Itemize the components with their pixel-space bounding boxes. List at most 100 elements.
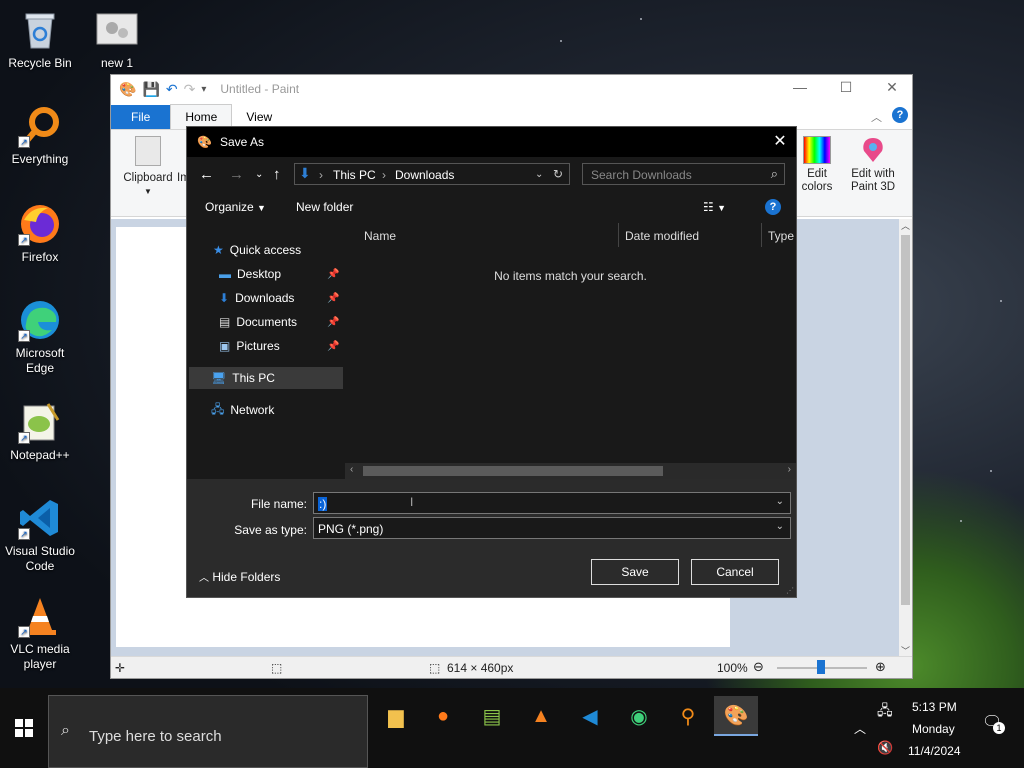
- nav-pictures[interactable]: ▣ Pictures 📌: [219, 335, 343, 357]
- chevron-down-icon[interactable]: ⌄: [776, 496, 784, 507]
- paint-app-icon: 🎨: [119, 80, 137, 97]
- column-separator[interactable]: [761, 223, 762, 247]
- tab-file[interactable]: File: [111, 105, 171, 129]
- desktop-icon-edge[interactable]: ↗ Microsoft Edge: [0, 298, 80, 376]
- new-folder-button[interactable]: New folder: [296, 200, 353, 214]
- cancel-button[interactable]: Cancel: [691, 559, 779, 585]
- taskbar-edge[interactable]: ◉: [617, 696, 661, 736]
- breadcrumb-downloads[interactable]: Downloads: [395, 168, 454, 182]
- pin-icon: 📌: [327, 292, 340, 304]
- maximize-icon[interactable]: ☐: [823, 79, 869, 96]
- network-status-icon[interactable]: 🖧: [877, 700, 893, 724]
- address-dropdown-icon[interactable]: ⌄: [535, 169, 543, 180]
- desktop-icon-new-1[interactable]: new 1: [77, 8, 157, 71]
- back-arrow-icon[interactable]: ←: [199, 166, 214, 183]
- paint3d-icon: [860, 136, 886, 164]
- column-date-modified[interactable]: Date modified: [625, 229, 699, 243]
- desktop-icon-label: new 1: [100, 56, 134, 70]
- save-button[interactable]: Save: [591, 559, 679, 585]
- save-type-select[interactable]: PNG (*.png) ⌄: [313, 517, 791, 539]
- up-arrow-icon[interactable]: ↑: [273, 166, 281, 183]
- desktop-icon-notepadpp[interactable]: ↗ Notepad++: [0, 400, 80, 463]
- nav-desktop[interactable]: ▬ Desktop 📌: [219, 263, 343, 285]
- close-icon[interactable]: ✕: [869, 79, 915, 96]
- volume-muted-icon[interactable]: 🔇: [877, 740, 893, 756]
- save-type-label: Save as type:: [234, 523, 307, 537]
- paint-statusbar: ✛ ⬚ ⬚ 614 × 460px 100% ⊖ ⊕: [111, 656, 912, 678]
- desktop-icon-label: Everything: [11, 152, 69, 166]
- collapse-ribbon-icon[interactable]: ︿: [871, 109, 882, 125]
- breadcrumb-this-pc[interactable]: This PC: [333, 168, 376, 182]
- file-explorer-icon: ▆: [388, 705, 404, 728]
- nav-label: Desktop: [237, 267, 282, 281]
- nav-downloads[interactable]: ⬇ Downloads 📌: [219, 287, 343, 309]
- desktop-icon-recycle-bin[interactable]: Recycle Bin: [0, 8, 80, 71]
- paint3d-label: Edit with: [851, 168, 895, 180]
- chevron-down-icon: ⌄: [775, 521, 784, 532]
- taskbar-paint[interactable]: 🎨: [714, 696, 758, 736]
- vertical-scrollbar[interactable]: ︿ ﹀: [899, 219, 912, 657]
- clock-day[interactable]: Monday: [912, 722, 955, 736]
- clock-time[interactable]: 5:13 PM: [912, 700, 957, 714]
- column-type[interactable]: Type: [768, 229, 794, 243]
- minimize-icon[interactable]: —: [777, 79, 823, 95]
- horizontal-scrollbar[interactable]: ‹ ›: [345, 463, 796, 479]
- start-button[interactable]: [0, 688, 48, 768]
- organize-button[interactable]: Organize ▼: [205, 200, 266, 214]
- dialog-close-icon[interactable]: ✕: [764, 127, 796, 157]
- scroll-left-icon[interactable]: ‹: [350, 464, 353, 475]
- desktop-icon-vlc[interactable]: ↗ VLC media player: [0, 594, 80, 672]
- scroll-right-icon[interactable]: ›: [788, 464, 791, 475]
- nav-quick-access[interactable]: ★ Quick access: [213, 239, 343, 261]
- nav-network[interactable]: 🖧 Network: [211, 399, 341, 421]
- taskbar-everything[interactable]: ⚲: [666, 696, 710, 736]
- taskbar-file-explorer[interactable]: ▆: [374, 696, 418, 736]
- scrollbar-thumb[interactable]: [901, 235, 910, 605]
- everything-search-icon: ⚲: [680, 705, 696, 728]
- nav-label: This PC: [232, 371, 275, 385]
- clock-date[interactable]: 11/4/2024: [908, 744, 961, 758]
- firefox-icon: ↗: [18, 202, 62, 246]
- resize-grip-icon[interactable]: ⋰: [786, 586, 794, 595]
- help-icon[interactable]: ?: [892, 107, 908, 123]
- scroll-up-icon[interactable]: ︿: [901, 219, 910, 232]
- desktop-icon-everything[interactable]: ↗ Everything: [0, 104, 80, 167]
- taskbar-search[interactable]: ⌕ Type here to search: [48, 695, 368, 768]
- hide-folders-label: Hide Folders: [212, 570, 281, 584]
- edit-with-paint3d-button[interactable]: Edit with Paint 3D: [845, 136, 901, 194]
- scrollbar-thumb[interactable]: [363, 466, 663, 476]
- desktop-icon-vscode[interactable]: ↗ Visual Studio Code: [0, 496, 80, 574]
- paint-icon: 🎨: [723, 704, 749, 727]
- search-box[interactable]: Search Downloads ⌕: [582, 163, 785, 185]
- edit-colors-button[interactable]: Edit colors: [797, 136, 837, 194]
- help-icon[interactable]: ?: [765, 199, 781, 215]
- chevron-up-icon: ︿: [199, 573, 209, 584]
- view-options-icon[interactable]: ☷ ▼: [703, 200, 726, 214]
- taskbar-vlc[interactable]: ▲: [519, 696, 563, 736]
- forward-arrow-icon[interactable]: →: [229, 166, 244, 183]
- column-separator[interactable]: [618, 223, 619, 247]
- refresh-icon[interactable]: ↻: [553, 167, 563, 181]
- show-hidden-icons-chevron-icon[interactable]: ︿: [854, 720, 866, 737]
- recent-locations-chevron-icon[interactable]: ⌄: [255, 169, 263, 180]
- redo-icon[interactable]: ↷: [184, 81, 196, 98]
- save-quick-icon[interactable]: 💾: [142, 81, 159, 98]
- notepadpp-icon: ↗: [18, 400, 62, 444]
- address-bar[interactable]: ⬇ › This PC › Downloads ⌄ ↻: [294, 163, 570, 185]
- nav-this-pc[interactable]: 🖥 This PC: [189, 367, 343, 389]
- paint-app-icon: 🎨: [197, 135, 212, 149]
- clipboard-group[interactable]: Clipboard ▼: [119, 136, 177, 198]
- zoom-out-icon[interactable]: ⊖: [753, 659, 764, 675]
- undo-icon[interactable]: ↶: [166, 81, 178, 98]
- zoom-slider-thumb[interactable]: [817, 660, 825, 674]
- quick-access-dropdown-icon[interactable]: ▾: [201, 84, 206, 95]
- hide-folders-button[interactable]: ︿ Hide Folders: [199, 569, 280, 584]
- taskbar-vscode[interactable]: ◀: [568, 696, 612, 736]
- column-name[interactable]: Name: [364, 229, 396, 243]
- taskbar-firefox[interactable]: ●: [421, 696, 465, 736]
- taskbar-notepadpp[interactable]: ▤: [470, 696, 514, 736]
- desktop-icon-firefox[interactable]: ↗ Firefox: [0, 202, 80, 265]
- zoom-in-icon[interactable]: ⊕: [875, 659, 886, 675]
- nav-documents[interactable]: ▤ Documents 📌: [219, 311, 343, 333]
- file-name-input[interactable]: :) I ⌄: [313, 492, 791, 514]
